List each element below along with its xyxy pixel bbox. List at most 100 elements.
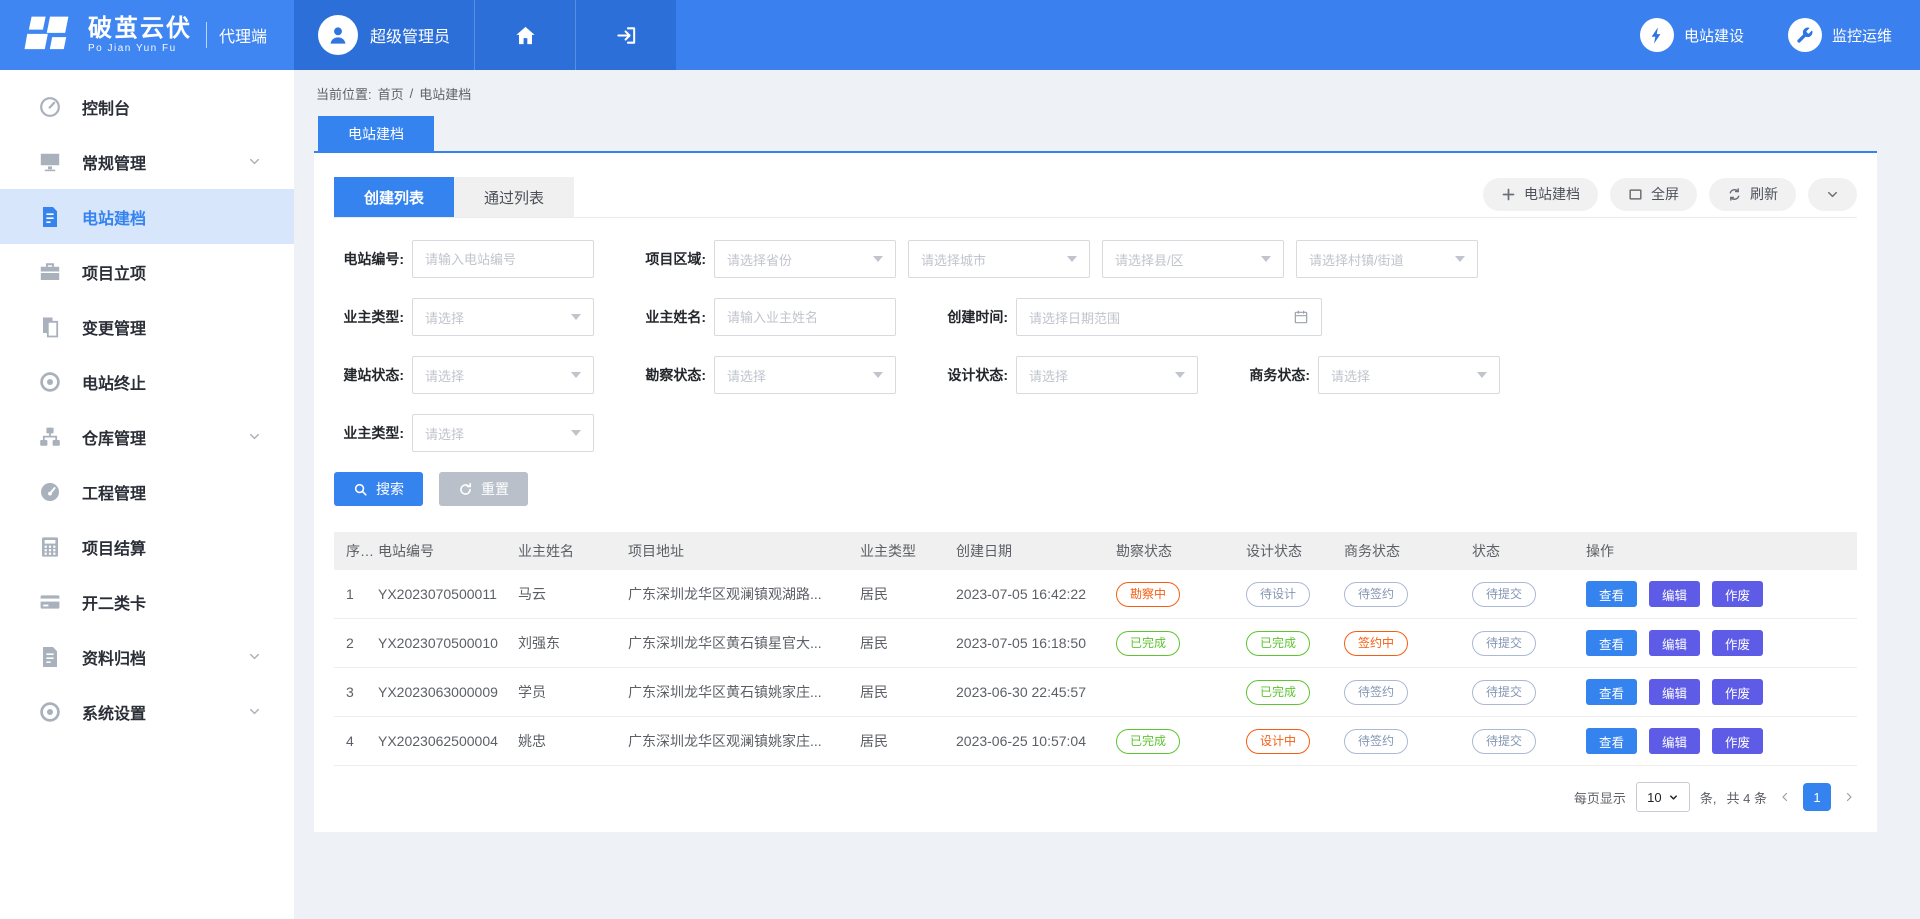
per-page-select[interactable]: 10	[1636, 782, 1690, 812]
view-button[interactable]: 查看	[1586, 581, 1637, 607]
logo-icon	[24, 13, 76, 57]
dropdown-caret-icon	[1175, 372, 1185, 378]
sidebar-item[interactable]: 资料归档	[0, 629, 294, 684]
logout-icon	[615, 24, 638, 47]
pages-icon	[38, 315, 62, 339]
status-badge: 已完成	[1116, 631, 1180, 656]
breadcrumb-home[interactable]: 首页	[378, 84, 404, 103]
table-header: 序号电站编号业主姓名项目地址业主类型创建日期勘察状态设计状态商务状态状态操作	[334, 532, 1857, 570]
edit-button[interactable]: 编辑	[1649, 679, 1700, 705]
lightning-icon	[1647, 26, 1666, 45]
filter-select[interactable]: 请选择村镇/街道	[1296, 240, 1478, 278]
filter-select[interactable]: 请选择省份	[714, 240, 896, 278]
cell-owner_type: 居民	[860, 731, 956, 751]
status-badge: 待签约	[1344, 680, 1408, 705]
nav-station-construction[interactable]: 电站建设	[1640, 0, 1744, 70]
sidebar-item[interactable]: 电站建档	[0, 189, 294, 244]
chevron-down-icon	[247, 649, 262, 664]
filter-input[interactable]	[412, 240, 594, 278]
sidebar-item[interactable]: 变更管理	[0, 299, 294, 354]
sidebar-item[interactable]: 开二类卡	[0, 574, 294, 629]
date-range-input[interactable]: 请选择日期范围	[1016, 298, 1322, 336]
view-button[interactable]: 查看	[1586, 630, 1637, 656]
pagination: 每页显示 10 条, 共 4 条 1	[334, 782, 1857, 812]
cell-no: 3	[334, 684, 378, 700]
column-header: 项目地址	[628, 541, 860, 561]
briefcase-icon	[38, 260, 62, 284]
toolbar-button[interactable]: 全屏	[1610, 178, 1697, 211]
void-button[interactable]: 作废	[1712, 581, 1763, 607]
page-tab-station-archive[interactable]: 电站建档	[318, 116, 434, 151]
select-placeholder: 请选择	[425, 366, 464, 385]
card-toolbar: 电站建档 全屏 刷新	[1483, 178, 1857, 211]
void-button[interactable]: 作废	[1712, 679, 1763, 705]
view-button[interactable]: 查看	[1586, 728, 1637, 754]
column-header: 电站编号	[378, 541, 518, 561]
table-row: 2YX2023070500010刘强东广东深圳龙华区黄石镇星官大...居民202…	[334, 619, 1857, 668]
sidebar-item[interactable]: 仓库管理	[0, 409, 294, 464]
toolbar-button[interactable]: 刷新	[1709, 178, 1796, 211]
dropdown-caret-icon	[873, 256, 883, 262]
dropdown-caret-icon	[571, 314, 581, 320]
logout-button[interactable]	[575, 0, 676, 70]
filter-select[interactable]: 请选择	[412, 414, 594, 452]
cell-actions: 查看编辑作废	[1586, 728, 1857, 754]
filter-select[interactable]: 请选择	[412, 298, 594, 336]
breadcrumb-current[interactable]: 电站建档	[419, 84, 471, 103]
cell-address: 广东深圳龙华区观澜镇观湖路...	[628, 584, 860, 604]
filter-select[interactable]: 请选择	[1016, 356, 1198, 394]
next-page-button[interactable]	[1841, 789, 1857, 805]
view-button[interactable]: 查看	[1586, 679, 1637, 705]
cell-owner_type: 居民	[860, 633, 956, 653]
cell-survey-status: 勘察中	[1116, 582, 1246, 607]
list-tab[interactable]: 通过列表	[454, 177, 574, 217]
void-button[interactable]: 作废	[1712, 728, 1763, 754]
dropdown-caret-icon	[1067, 256, 1077, 262]
user-menu[interactable]: 超级管理员	[294, 0, 474, 70]
status-badge: 签约中	[1344, 631, 1408, 656]
sidebar-item[interactable]: 控制台	[0, 79, 294, 134]
sidebar-item[interactable]: 项目立项	[0, 244, 294, 299]
toolbar-button-label: 电站建档	[1524, 184, 1580, 204]
filter-select[interactable]: 请选择城市	[908, 240, 1090, 278]
cell-owner_type: 居民	[860, 682, 956, 702]
sidebar-item[interactable]: 工程管理	[0, 464, 294, 519]
edit-button[interactable]: 编辑	[1649, 728, 1700, 754]
toolbar-button-label: 全屏	[1651, 184, 1679, 204]
sidebar-item[interactable]: 电站终止	[0, 354, 294, 409]
search-button[interactable]: 搜索	[334, 472, 423, 506]
filter-input[interactable]	[714, 298, 896, 336]
filter-select[interactable]: 请选择	[412, 356, 594, 394]
filter-row: 建站状态:请选择勘察状态:请选择设计状态:请选择商务状态:请选择	[334, 356, 1857, 394]
nav-label: 监控运维	[1832, 25, 1892, 46]
status-badge: 待签约	[1344, 582, 1408, 607]
cell-actions: 查看编辑作废	[1586, 679, 1857, 705]
toolbar-button[interactable]	[1808, 178, 1857, 211]
filter-select[interactable]: 请选择县/区	[1102, 240, 1284, 278]
cell-address: 广东深圳龙华区观澜镇姚家庄...	[628, 731, 860, 751]
nav-label: 电站建设	[1684, 25, 1744, 46]
reset-button[interactable]: 重置	[439, 472, 528, 506]
sidebar-item[interactable]: 项目结算	[0, 519, 294, 574]
void-button[interactable]: 作废	[1712, 630, 1763, 656]
document-icon	[38, 645, 62, 669]
edit-button[interactable]: 编辑	[1649, 581, 1700, 607]
filter-select[interactable]: 请选择	[714, 356, 896, 394]
filter-group: 商务状态:请选择	[1240, 356, 1500, 394]
home-button[interactable]	[474, 0, 575, 70]
calculator-icon	[38, 535, 62, 559]
nav-monitor-ops[interactable]: 监控运维	[1788, 0, 1892, 70]
sidebar-item[interactable]: 系统设置	[0, 684, 294, 739]
prev-page-button[interactable]	[1777, 789, 1793, 805]
filter-select[interactable]: 请选择	[1318, 356, 1500, 394]
sidebar-item[interactable]: 常规管理	[0, 134, 294, 189]
list-tab[interactable]: 创建列表	[334, 177, 454, 217]
cell-owner: 刘强东	[518, 633, 628, 653]
page-number-1[interactable]: 1	[1803, 783, 1831, 811]
toolbar-button[interactable]: 电站建档	[1483, 178, 1598, 211]
cell-owner: 学员	[518, 682, 628, 702]
column-header: 业主类型	[860, 541, 956, 561]
cell-no: 2	[334, 635, 378, 651]
monitor-icon	[38, 150, 62, 174]
edit-button[interactable]: 编辑	[1649, 630, 1700, 656]
